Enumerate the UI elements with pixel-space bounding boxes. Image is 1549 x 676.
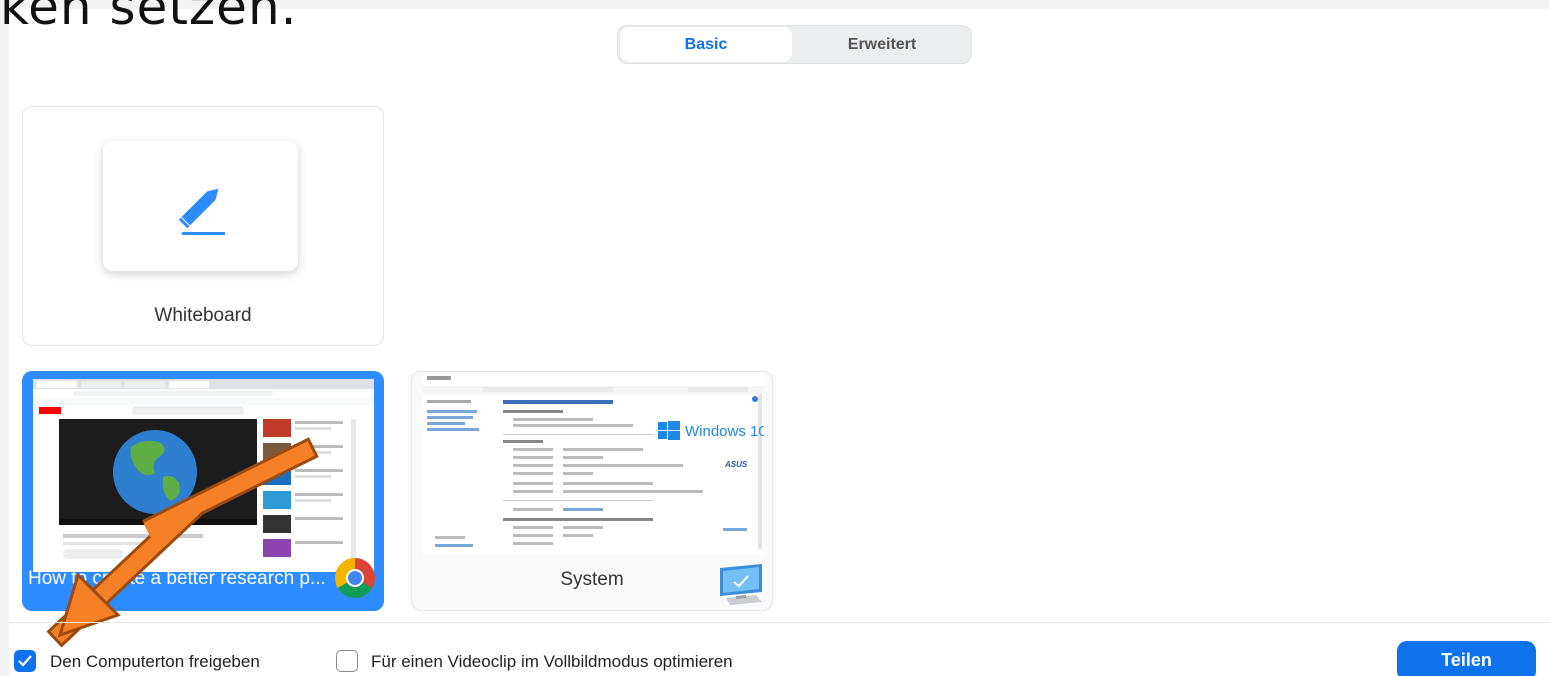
video-clip-label: Für einen Videoclip im Vollbildmodus opt… bbox=[371, 652, 733, 671]
chrome-window-card[interactable]: How to create a better research p... bbox=[22, 371, 384, 611]
video-clip-checkbox[interactable] bbox=[336, 650, 358, 672]
asus-logo-text: ASUS bbox=[724, 460, 748, 469]
whiteboard-label: Whiteboard bbox=[154, 305, 252, 326]
window-left-strip bbox=[0, 0, 9, 676]
chrome-icon bbox=[335, 558, 375, 598]
whiteboard-card[interactable]: Whiteboard bbox=[22, 106, 384, 346]
computer-audio-checkbox[interactable] bbox=[14, 650, 36, 672]
chrome-window-thumbnail bbox=[33, 379, 374, 572]
system-window-thumbnail: Windows 10 ASUS bbox=[423, 372, 764, 555]
computer-audio-label: Den Computerton freigeben bbox=[50, 652, 260, 671]
tab-basic[interactable]: Basic bbox=[620, 27, 792, 62]
monitor-icon bbox=[720, 564, 762, 605]
slide-title-fragment: ken setzen. bbox=[0, 0, 298, 36]
share-mode-tabs: Basic Erweitert bbox=[617, 25, 972, 64]
tab-erweitert[interactable]: Erweitert bbox=[796, 27, 968, 62]
bottom-divider bbox=[9, 622, 1549, 623]
pen-icon bbox=[178, 188, 225, 235]
checkmark-icon bbox=[18, 655, 32, 667]
system-window-card[interactable]: Windows 10 ASUS System bbox=[411, 371, 773, 611]
windows-10-text: Windows 10 bbox=[685, 423, 764, 440]
chrome-window-label: How to create a better research p... bbox=[28, 568, 326, 589]
share-button[interactable]: Teilen bbox=[1397, 641, 1536, 676]
windows-logo bbox=[658, 421, 680, 440]
whiteboard-preview bbox=[103, 141, 298, 271]
